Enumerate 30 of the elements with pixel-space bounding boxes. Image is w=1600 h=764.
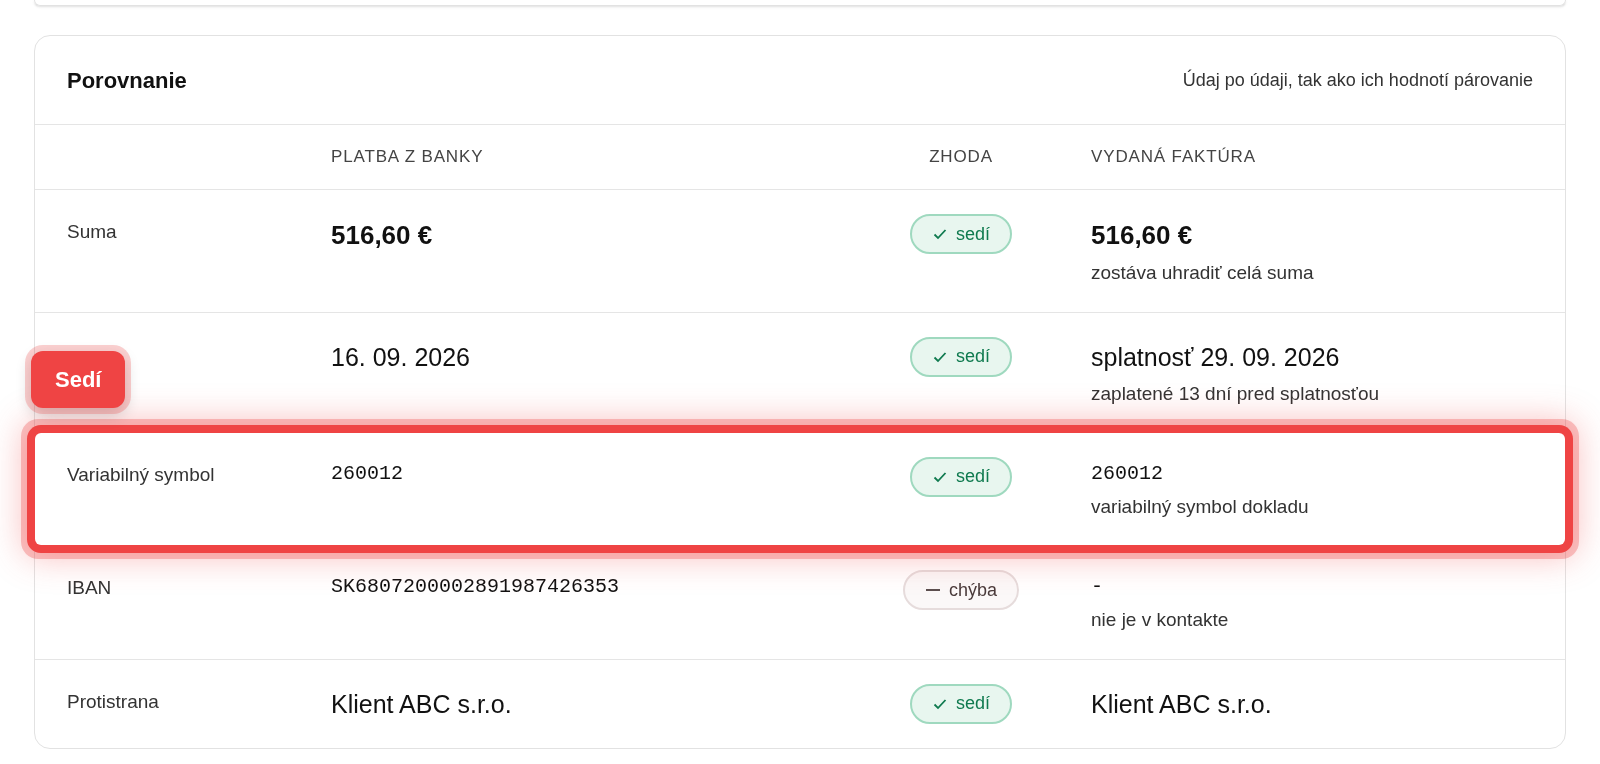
bank-value: 16. 09. 2026 xyxy=(331,342,470,371)
column-header: PLATBA Z BANKY xyxy=(331,146,485,169)
invoice-value: Klient ABC s.r.o. xyxy=(1091,688,1272,720)
invoice-value: splatnosť 29. 09. 2026 xyxy=(1091,341,1340,373)
bank-value: 260012 xyxy=(331,461,403,485)
card-subtitle: Údaj po údaji, tak ako ich hodnotí párovanie xyxy=(1182,68,1533,92)
minus-icon xyxy=(924,588,941,592)
row-label: Variabilný symbol xyxy=(67,463,215,485)
row-label: Protistrana xyxy=(67,690,159,712)
invoice-note: zaplatené 13 dní pred splatnosťou xyxy=(1091,382,1380,406)
column-header: VYDANÁ FAKTÚRA xyxy=(1090,146,1257,169)
bank-value: Klient ABC s.r.o. xyxy=(331,689,512,718)
column-header: ZHODA xyxy=(929,146,993,169)
row-label: Suma xyxy=(67,221,117,242)
tooltip: Sedí xyxy=(31,350,126,408)
invoice-value: 260012 xyxy=(1091,460,1163,487)
row-label: IBAN xyxy=(67,577,112,598)
invoice-value: 516,60 € xyxy=(1091,219,1193,252)
invoice-note: nie je v kontakte xyxy=(1091,608,1229,632)
match-badge: chýba xyxy=(902,570,1019,610)
match-badge: sedí xyxy=(910,336,1012,377)
invoice-value: - xyxy=(1091,574,1103,600)
match-badge: sedí xyxy=(910,214,1012,254)
card-title: Porovnanie xyxy=(67,66,187,95)
invoice-note: zostáva uhradiť celá suma xyxy=(1091,261,1314,285)
match-badge: sedí xyxy=(910,683,1012,724)
bank-value: SK6807200002891987426353 xyxy=(331,575,620,598)
invoice-note: variabilný symbol dokladu xyxy=(1091,494,1309,519)
match-badge: sedí xyxy=(910,456,1012,497)
bank-value: 516,60 € xyxy=(331,220,433,250)
